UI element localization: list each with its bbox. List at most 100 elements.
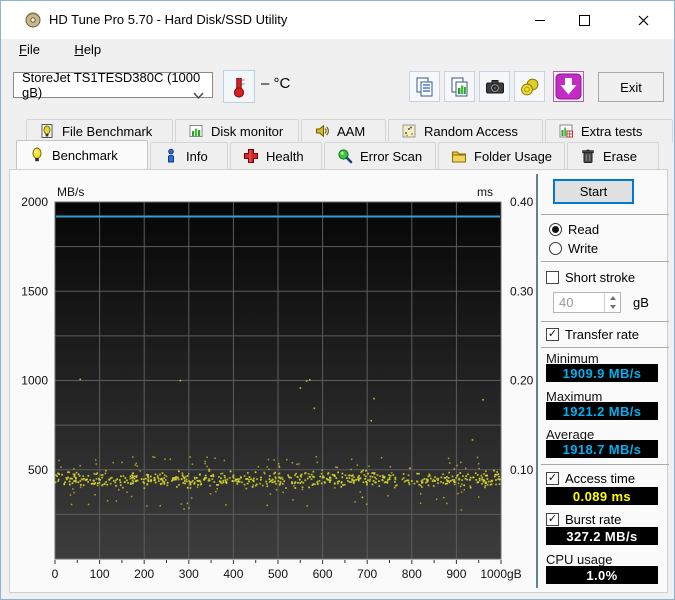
screenshot-button[interactable] [479, 71, 510, 102]
tab-benchmark[interactable]: Benchmark [16, 140, 148, 169]
x-tick-label: 400 [223, 567, 243, 581]
checkbox-checked-icon: ✓ [546, 472, 559, 485]
access-time-value: 0.089 ms [546, 487, 658, 505]
tab-extra-tests[interactable]: Extra tests [545, 119, 673, 142]
tab-erase[interactable]: Erase [567, 142, 659, 169]
exit-button[interactable]: Exit [598, 72, 664, 102]
drive-select-value: StoreJet TS1TESD380C (1000 gB) [22, 70, 201, 100]
panel-divider [536, 174, 538, 588]
burst-rate-checkbox[interactable]: ✓ Burst rate [546, 512, 621, 527]
drive-select-dropdown[interactable]: StoreJet TS1TESD380C (1000 gB) [13, 70, 213, 100]
transfer-rate-label: Transfer rate [565, 327, 639, 342]
x-tick-label: 300 [179, 567, 199, 581]
transfer-rate-checkbox[interactable]: ✓ Transfer rate [546, 327, 639, 342]
spinner-down[interactable] [605, 303, 620, 313]
capacity-value: 40 [559, 295, 574, 310]
tab-label: Folder Usage [474, 148, 553, 164]
tab-row-front: Benchmark Info Health Error Scan Folder … [16, 140, 659, 169]
y-left-axis-unit: MB/s [57, 185, 84, 199]
y-right-tick-label: 0.30 [510, 284, 534, 298]
save-button[interactable] [514, 71, 545, 102]
y-right-axis-unit: ms [477, 185, 493, 199]
x-axis-ticks [54, 560, 502, 564]
tab-label: Erase [603, 148, 637, 164]
menu-file[interactable]: File [11, 39, 48, 60]
checkbox-checked-icon: ✓ [546, 328, 559, 341]
spinner-up[interactable] [605, 293, 620, 303]
copy-image-icon [451, 77, 467, 96]
y-left-tick-label: 500 [28, 463, 48, 477]
tab-disk-monitor[interactable]: Disk monitor [175, 119, 299, 142]
read-radio[interactable]: Read [549, 222, 599, 237]
start-button[interactable]: Start [553, 179, 634, 204]
y-right-tick-label: 0.10 [510, 463, 534, 477]
x-tick-label: 100 [90, 567, 110, 581]
update-download-button[interactable] [553, 71, 584, 102]
tab-random-access[interactable]: Random Access [388, 119, 543, 142]
x-tick-label: 500 [268, 567, 288, 581]
coins-icon [520, 78, 538, 95]
tab-folder-usage[interactable]: Folder Usage [438, 142, 565, 169]
tab-label: Disk monitor [211, 123, 284, 139]
app-icon [25, 12, 41, 28]
file-benchmark-icon [41, 124, 53, 138]
x-tick-label: 900 [446, 567, 466, 581]
copy-text-button[interactable] [409, 71, 440, 102]
separator [541, 347, 669, 348]
x-tick-label: 600 [313, 567, 333, 581]
info-icon [168, 148, 174, 163]
benchmark-control-panel: Start Read Write Short stroke 40 gB ✓ Tr… [541, 171, 671, 595]
separator [541, 321, 669, 322]
tab-aam[interactable]: AAM [301, 119, 386, 142]
minimize-button[interactable] [517, 1, 562, 39]
copy-text-icon [416, 77, 432, 96]
y-left-tick-label: 1500 [21, 284, 48, 298]
x-tick-label: 700 [357, 567, 377, 581]
cpu-usage-value: 1.0% [546, 566, 658, 584]
checkbox-checked-icon: ✓ [546, 513, 559, 526]
capacity-spinner[interactable]: 40 [553, 292, 621, 313]
separator [541, 464, 669, 465]
separator [541, 214, 669, 215]
separator [541, 261, 669, 262]
toolbar: StoreJet TS1TESD380C (1000 gB) – °C Exit [1, 63, 674, 113]
title-bar[interactable]: HD Tune Pro 5.70 - Hard Disk/SSD Utility [1, 1, 674, 39]
folder-icon [452, 151, 466, 163]
copy-image-button[interactable] [444, 71, 475, 102]
arrow-up-icon [609, 295, 616, 300]
tab-label: File Benchmark [62, 123, 153, 139]
write-radio[interactable]: Write [549, 241, 598, 256]
window-title: HD Tune Pro 5.70 - Hard Disk/SSD Utility [49, 12, 288, 27]
tab-label: Extra tests [581, 123, 643, 139]
disk-monitor-icon [189, 125, 203, 137]
tab-health[interactable]: Health [230, 142, 322, 169]
menu-help[interactable]: Help [66, 39, 109, 60]
y-right-tick-label: 0.40 [510, 195, 534, 209]
access-time-label: Access time [565, 471, 636, 486]
tab-file-benchmark[interactable]: File Benchmark [26, 119, 173, 142]
extra-tests-icon [559, 124, 573, 138]
access-time-checkbox[interactable]: ✓ Access time [546, 471, 635, 486]
maximize-icon [579, 14, 590, 26]
exit-label: Exit [620, 79, 642, 95]
spinner-arrows[interactable] [604, 293, 620, 312]
trash-icon [582, 149, 594, 163]
maximize-button[interactable] [562, 1, 607, 39]
x-tick-label: 1000gB [480, 567, 521, 581]
cpu-usage-label: CPU usage [546, 552, 613, 567]
radio-unselected-icon [549, 242, 562, 255]
burst-rate-label: Burst rate [565, 512, 622, 527]
tab-label: Info [186, 148, 208, 164]
benchmark-chart: MB/s ms 2000 1500 1000 500 0.40 0.30 0.20 0.10 0 10… [21, 185, 534, 581]
burst-rate-value: 327.2 MB/s [546, 527, 658, 545]
minimum-value: 1909.9 MB/s [546, 364, 658, 382]
tab-error-scan[interactable]: Error Scan [324, 142, 436, 169]
chevron-down-icon [193, 92, 204, 100]
temperature-button[interactable] [223, 70, 255, 103]
y-left-tick-label: 1000 [21, 374, 48, 388]
tab-info[interactable]: Info [150, 142, 228, 169]
short-stroke-checkbox[interactable]: Short stroke [546, 270, 635, 285]
maximum-value: 1921.2 MB/s [546, 402, 658, 420]
close-button[interactable] [621, 1, 666, 39]
start-label: Start [579, 184, 608, 199]
